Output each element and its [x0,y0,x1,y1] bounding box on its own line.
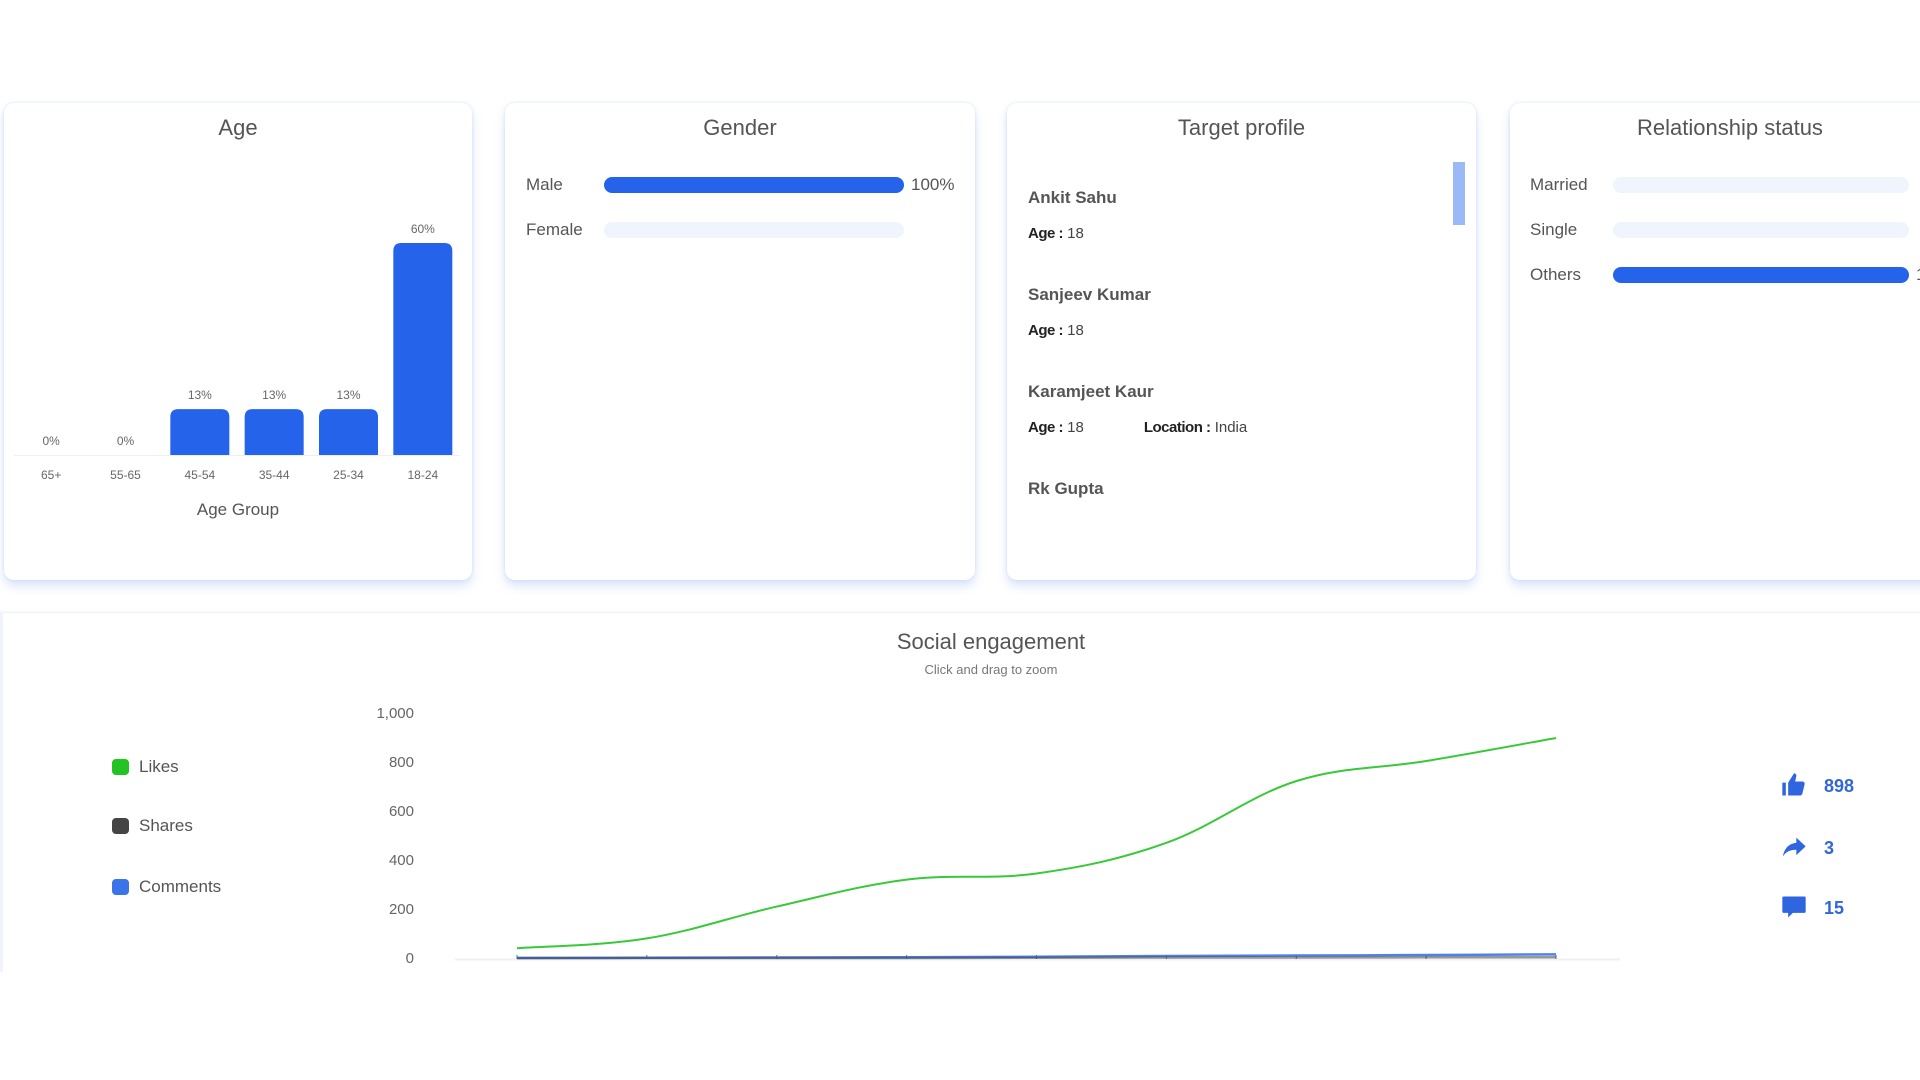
social-engagement-card: 0 200 400 600 800 1,000 Social engagement Cli… [0,613,1920,972]
target-profile-scrollbar[interactable] [1453,162,1465,225]
age-bar-value-label: 13% [336,388,360,402]
engagement-y-tick-label: 0 [406,950,414,967]
age-bar-value-label: 60% [411,222,435,236]
age-bar-18-24[interactable] [393,243,453,455]
engagement-y-tick-label: 600 [389,803,414,820]
relationship-title: Relationship status [1637,115,1823,140]
engagement-y-tick-label: 800 [389,754,414,771]
profile-details: Age : 18 [1028,322,1446,339]
age-tick-label: 35-44 [259,468,290,482]
target-profile-title: Target profile [1177,115,1306,140]
age-bar-chart: 0% 65+ 0% 55-65 13% 45-54 13% 35-44 13% 25-34 60% 1… [14,222,460,482]
profile-details: Age : 18 Location : India [1028,419,1446,436]
age-card: Age 0% 65+ 0% 55-65 13% 45-54 13% 35-44 13% 25-34… [4,103,472,580]
relationship-label: Others [1530,265,1582,284]
stat-value: 15 [1824,898,1845,918]
relationship-bar-track [1613,267,1909,283]
relationship-status-card: Relationship status Married Single Others 1… [1510,103,1920,580]
gender-label: Male [526,175,563,194]
gender-card: Gender Male 100% Female [505,103,975,580]
legend-swatch [112,759,129,775]
profile-name: Ankit Sahu [1028,188,1117,207]
target-profile-card: Target profile Ankit Sahu Age : 18 Sanjeev… [1007,103,1476,580]
legend-label: Likes [139,757,179,776]
age-bar-value-label: 0% [117,434,135,448]
age-bar-value-label: 0% [42,434,60,448]
legend-swatch [112,879,129,895]
age-bar-45-54[interactable] [170,409,230,455]
engagement-y-tick-label: 200 [389,901,414,918]
age-tick-label: 25-34 [333,468,364,482]
profile-name: Rk Gupta [1028,479,1104,498]
legend-swatch [112,818,129,834]
age-bar-25-34[interactable] [319,409,378,455]
legend-label: Shares [139,816,193,835]
relationship-label: Married [1530,175,1588,194]
series-line-shares[interactable] [516,955,1557,960]
age-tick-label: 45-54 [184,468,215,482]
gender-title: Gender [703,115,777,140]
profile-age: Age : 18 [1028,322,1084,339]
age-tick-label: 18-24 [407,468,438,482]
gender-value: 100% [911,175,955,194]
gender-bar-track [604,222,904,238]
stat-value: 3 [1824,838,1835,858]
comment-icon [1780,893,1810,923]
gender-bar-fill [604,177,904,193]
engagement-y-tick-label: 1,000 [376,705,414,722]
relationship-label: Single [1530,220,1578,239]
gender-label: Female [526,220,583,239]
thumbs-up-icon [1780,771,1810,801]
age-tick-label: 55-65 [110,468,141,482]
profile-name: Sanjeev Kumar [1028,285,1151,304]
relationship-bar-track [1613,177,1909,193]
profile-name: Karamjeet Kaur [1028,382,1154,401]
engagement-y-tick-label: 400 [389,852,414,869]
legend-label: Comments [139,877,222,896]
target-profile-list[interactable]: Ankit Sahu Age : 18 Sanjeev Kumar Age : 18 K… [1028,183,1446,571]
engagement-title: Social engagement [896,629,1086,654]
stat-value: 898 [1824,776,1855,796]
target-profile-item[interactable]: Karamjeet Kaur Age : 18 Location : India [1028,377,1446,474]
age-bar-value-label: 13% [188,388,212,402]
profile-location: Location : India [1143,419,1248,436]
gender-bar-track [604,177,904,193]
relationship-value: 100% [1916,265,1920,285]
engagement-subtitle: Click and drag to zoom [924,662,1058,677]
target-profile-item[interactable]: Rk Gupta [1028,474,1446,571]
target-profile-item[interactable]: Ankit Sahu Age : 18 [1028,183,1446,280]
age-tick-label: 65+ [41,468,61,482]
relationship-bar-fill [1613,267,1909,283]
relationship-bar-track [1613,222,1909,238]
age-bar-value-label: 13% [262,388,286,402]
age-axis-title: Age Group [196,500,280,519]
age-bar-35-44[interactable] [244,409,304,455]
target-profile-item[interactable]: Sanjeev Kumar Age : 18 [1028,280,1446,377]
share-icon [1780,833,1810,863]
series-line-likes[interactable] [516,737,1557,950]
profile-age: Age : 18 [1028,419,1084,436]
profile-age: Age : 18 [1028,225,1084,242]
profile-details: Age : 18 [1028,225,1446,242]
